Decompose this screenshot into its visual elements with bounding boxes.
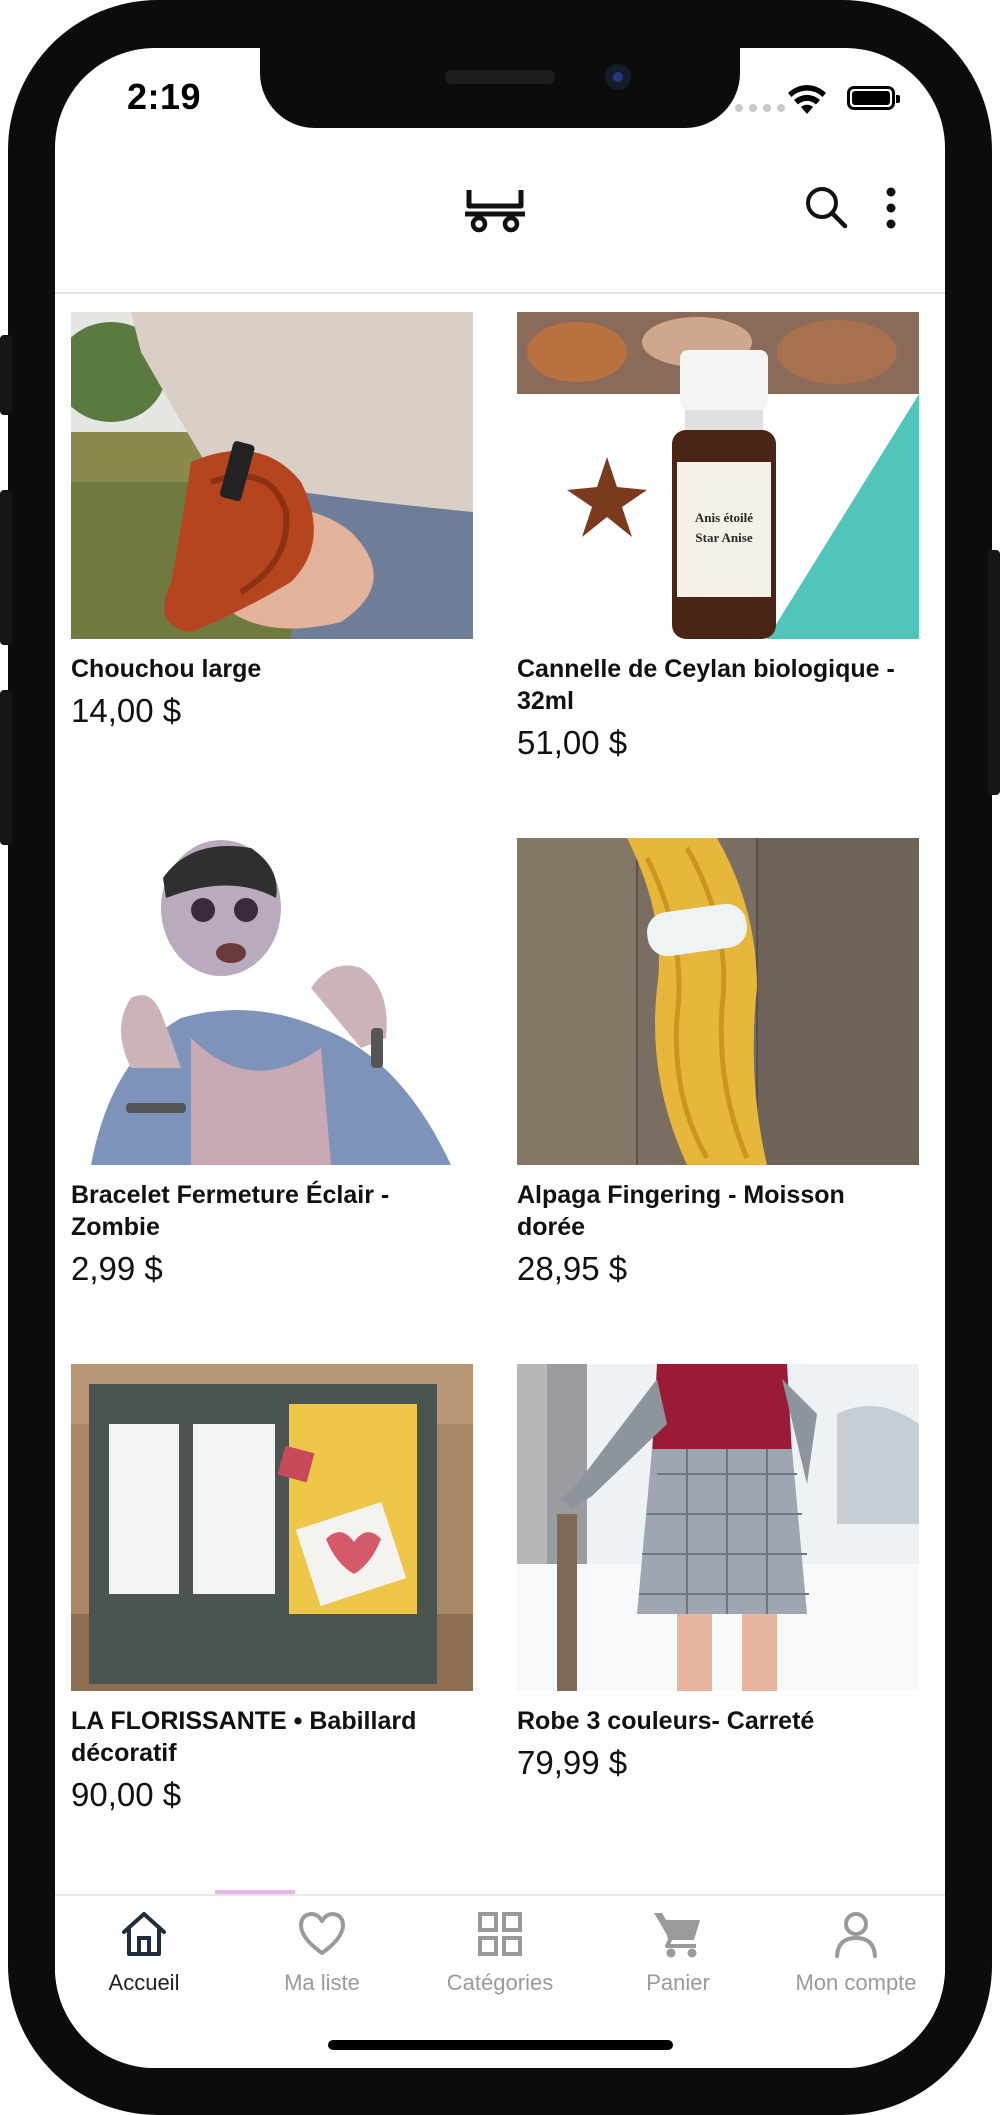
product-name[interactable]: Cannelle de Ceylan biologique - 32ml — [517, 653, 919, 717]
more-vertical-icon[interactable] — [881, 184, 901, 232]
product-price: 2,99 $ — [71, 1250, 163, 1287]
product-price: 79,99 $ — [517, 1744, 628, 1781]
home-icon — [122, 1912, 166, 1956]
product-price: 14,00 $ — [71, 692, 182, 729]
nav-label: Catégories — [446, 1970, 554, 1995]
product-card[interactable]: Chouchou large 14,00 $ — [71, 312, 473, 733]
cellular-signal-icon — [735, 104, 785, 112]
product-card[interactable]: Bracelet Fermeture Éclair - Zombie 2,99 … — [71, 838, 473, 1291]
svg-text:Anis étoilé: Anis étoilé — [695, 510, 753, 525]
shop-logo-icon[interactable] — [463, 186, 527, 234]
nav-item-panier[interactable]: Panier — [589, 1908, 767, 1996]
product-name[interactable]: Alpaga Fingering - Moisson dorée — [517, 1179, 919, 1243]
status-time: 2:19 — [127, 76, 202, 117]
product-price: 90,00 $ — [71, 1776, 182, 1813]
product-image[interactable] — [71, 312, 473, 639]
front-camera — [605, 64, 631, 90]
screen: 2:19 Chouchou large 14,00 $ Anis étoilé … — [55, 48, 945, 2068]
product-image[interactable]: Anis étoilé Star Anise — [517, 312, 919, 639]
product-card[interactable]: Robe 3 couleurs- Carreté 79,99 $ — [517, 1364, 919, 1785]
wifi-icon — [788, 85, 826, 114]
heart-icon — [299, 1912, 345, 1955]
speaker — [445, 70, 555, 84]
product-name[interactable]: Robe 3 couleurs- Carreté — [517, 1705, 919, 1737]
product-name[interactable]: LA FLORISSANTE • Babillard décoratif — [71, 1705, 473, 1769]
home-indicator[interactable] — [328, 2040, 673, 2050]
product-name[interactable]: Chouchou large — [71, 653, 473, 685]
grid-icon — [478, 1912, 522, 1956]
device-mute-switch — [0, 335, 12, 415]
product-card[interactable]: LA FLORISSANTE • Babillard décoratif 90,… — [71, 1364, 473, 1817]
product-name[interactable]: Bracelet Fermeture Éclair - Zombie — [71, 1179, 473, 1243]
product-image[interactable] — [517, 838, 919, 1165]
user-icon — [835, 1912, 877, 1958]
nav-label: Mon compte — [795, 1970, 917, 1995]
nav-label: Accueil — [108, 1970, 180, 1995]
product-card[interactable]: Alpaga Fingering - Moisson dorée 28,95 $ — [517, 838, 919, 1291]
nav-item-accueil[interactable]: Accueil — [55, 1908, 233, 1996]
product-image[interactable] — [71, 1364, 473, 1691]
nav-item-ma-liste[interactable]: Ma liste — [233, 1908, 411, 1996]
notch — [260, 48, 740, 128]
nav-item-categories[interactable]: Catégories — [411, 1908, 589, 1996]
svg-text:Star Anise: Star Anise — [695, 530, 752, 545]
product-card[interactable]: Anis étoilé Star Anise Cannelle de Ceyla… — [517, 312, 919, 765]
device-power-button — [988, 550, 1000, 795]
product-image[interactable] — [517, 1364, 919, 1691]
device-volume-down — [0, 690, 12, 845]
device-volume-up — [0, 490, 12, 645]
battery-icon — [847, 86, 900, 110]
search-icon[interactable] — [803, 184, 849, 230]
nav-item-mon-compte[interactable]: Mon compte — [767, 1908, 945, 1996]
app-bar — [55, 158, 945, 294]
product-price: 28,95 $ — [517, 1250, 628, 1287]
product-price: 51,00 $ — [517, 724, 628, 761]
product-image[interactable] — [71, 838, 473, 1165]
nav-label: Ma liste — [284, 1970, 360, 1995]
nav-label: Panier — [646, 1970, 710, 1995]
cart-icon — [654, 1913, 700, 1958]
